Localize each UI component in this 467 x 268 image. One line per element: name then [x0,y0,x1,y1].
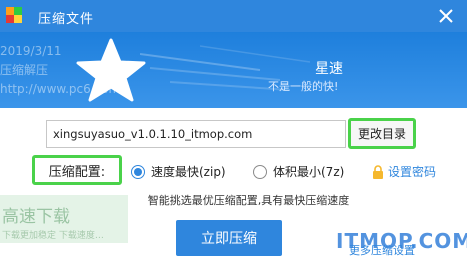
star-icon [76,38,146,102]
lock-icon [373,164,383,179]
title-bar: 压缩文件 [0,0,467,32]
config-hint: 智能挑选最优压缩配置,具有最快压缩速度 [147,194,350,207]
radio-unchecked-icon [253,164,267,179]
app-icon [6,7,22,23]
banner-subtitle: 不是一般的快! [268,80,339,93]
close-icon [439,9,453,23]
set-password-link[interactable]: 设置密码 [372,163,436,180]
radio-label: 速度最快(zip) [151,165,226,179]
side-ad-subtitle: 下载更加稳定 下载速度… [2,231,104,241]
compression-config-label: 压缩配置: [32,155,122,185]
set-password-label: 设置密码 [388,165,437,179]
close-button[interactable] [435,5,457,27]
speed-lines-decoration [140,45,311,91]
window-title: 压缩文件 [38,12,95,27]
radio-checked-icon [131,164,145,179]
output-path-input[interactable] [46,120,346,148]
banner: 2019/3/11 压缩解压 http://www.pc6.com 星速 不是一… [0,32,467,108]
compress-now-button[interactable]: 立即压缩 [176,220,282,256]
radio-fastest-zip[interactable]: 速度最快(zip) [131,163,226,180]
change-directory-button[interactable]: 更改目录 [348,118,416,149]
radio-smallest-7z[interactable]: 体积最小(7z) [253,163,344,180]
banner-title: 星速 [315,61,343,77]
more-settings-link[interactable]: 更多压缩设置 [349,242,415,258]
radio-label: 体积最小(7z) [273,165,345,179]
